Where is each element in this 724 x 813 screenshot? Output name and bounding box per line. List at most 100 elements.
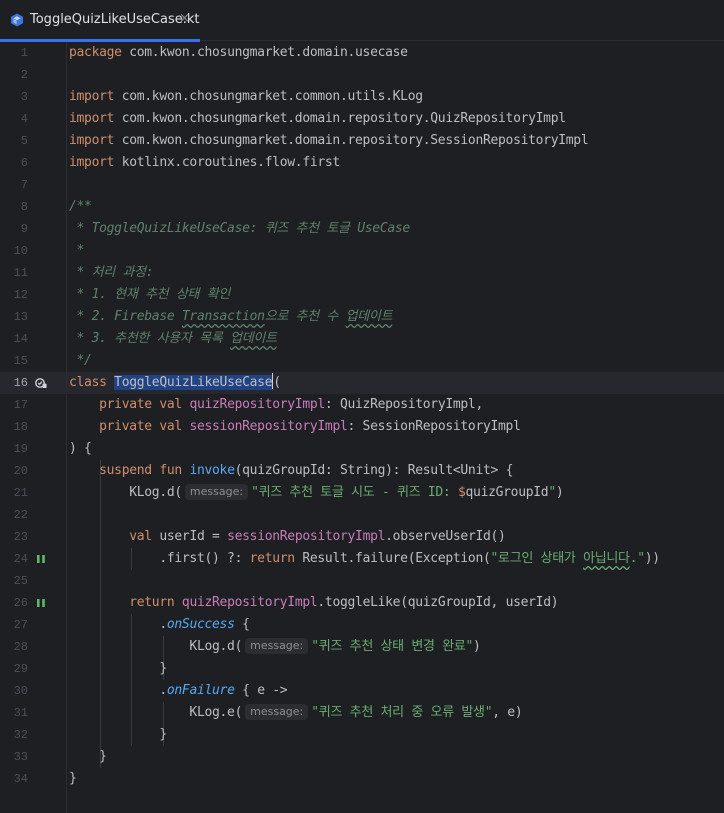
code-line[interactable]: 1 package com.kwon.chosungmarket.domain.u…: [0, 42, 724, 64]
line-number[interactable]: 28: [0, 636, 28, 658]
code-text[interactable]: }: [69, 724, 167, 746]
line-number[interactable]: 31: [0, 702, 28, 724]
line-number[interactable]: 7: [0, 174, 28, 196]
code-line[interactable]: 25: [0, 570, 724, 592]
code-text[interactable]: * ToggleQuizLikeUseCase: 퀴즈 추천 토글 UseCas…: [69, 218, 411, 240]
code-text[interactable]: ) {: [69, 438, 92, 460]
code-line[interactable]: 34}: [0, 768, 724, 790]
code-line[interactable]: 12 * 1. 현재 추천 상태 확인: [0, 284, 724, 306]
code-line[interactable]: 3 import com.kwon.chosungmarket.common.ut…: [0, 86, 724, 108]
code-text[interactable]: /**: [69, 196, 92, 218]
code-line[interactable]: 31 KLog.e(message: "퀴즈 추천 처리 중 오류 발생", e): [0, 702, 724, 724]
code-text[interactable]: import kotlinx.coroutines.flow.first: [69, 152, 340, 174]
code-text[interactable]: .onSuccess {: [69, 614, 250, 636]
line-number[interactable]: 6: [0, 152, 28, 174]
line-number[interactable]: 12: [0, 284, 28, 306]
line-number[interactable]: 15: [0, 350, 28, 372]
code-line[interactable]: 10 *: [0, 240, 724, 262]
code-text[interactable]: KLog.e(message: "퀴즈 추천 처리 중 오류 발생", e): [69, 702, 523, 724]
code-text[interactable]: class ToggleQuizLikeUseCase(: [69, 372, 281, 394]
code-text[interactable]: import com.kwon.chosungmarket.domain.rep…: [69, 108, 566, 130]
line-number[interactable]: 10: [0, 240, 28, 262]
line-number[interactable]: 19: [0, 438, 28, 460]
code-line[interactable]: 24 .first() ?: return Result.failure(Exc…: [0, 548, 724, 570]
line-number[interactable]: 25: [0, 570, 28, 592]
code-text[interactable]: .first() ?: return Result.failure(Except…: [69, 548, 660, 570]
code-text[interactable]: }: [69, 768, 77, 790]
code-text[interactable]: */: [69, 350, 92, 372]
line-number[interactable]: 18: [0, 416, 28, 438]
code-line[interactable]: 15 */: [0, 350, 724, 372]
code-line[interactable]: 8 /**: [0, 196, 724, 218]
code-line[interactable]: 32 }: [0, 724, 724, 746]
implementations-icon[interactable]: [35, 377, 47, 389]
line-number[interactable]: 27: [0, 614, 28, 636]
line-number[interactable]: 16: [0, 372, 28, 394]
code-line[interactable]: 20 suspend fun invoke(quizGroupId: Strin…: [0, 460, 724, 482]
code-text[interactable]: KLog.d(message: "퀴즈 추천 상태 변경 완료"): [69, 636, 481, 658]
code-line[interactable]: 6 import kotlinx.coroutines.flow.first: [0, 152, 724, 174]
line-number[interactable]: 1: [0, 42, 28, 64]
code-line[interactable]: 21 KLog.d(message: "퀴즈 추천 토글 시도 - 퀴즈 ID: …: [0, 482, 724, 504]
code-text[interactable]: * 1. 현재 추천 상태 확인: [69, 284, 231, 306]
code-text[interactable]: * 2. Firebase Transaction으로 추천 수 업데이트: [69, 306, 393, 328]
code-editor[interactable]: 1 package com.kwon.chosungmarket.domain.u…: [0, 42, 724, 813]
line-number[interactable]: 23: [0, 526, 28, 548]
line-number[interactable]: 5: [0, 130, 28, 152]
code-text[interactable]: val userId = sessionRepositoryImpl.obser…: [69, 526, 506, 548]
line-number[interactable]: 29: [0, 658, 28, 680]
line-number[interactable]: 3: [0, 86, 28, 108]
code-text[interactable]: }: [69, 658, 167, 680]
code-text[interactable]: * 처리 과정:: [69, 262, 154, 284]
line-number[interactable]: 24: [0, 548, 28, 570]
code-text[interactable]: suspend fun invoke(quizGroupId: String):…: [69, 460, 513, 482]
code-line[interactable]: 4 import com.kwon.chosungmarket.domain.re…: [0, 108, 724, 130]
suspend-call-icon[interactable]: [35, 553, 47, 565]
code-text[interactable]: import com.kwon.chosungmarket.domain.rep…: [69, 130, 589, 152]
code-text[interactable]: private val sessionRepositoryImpl: Sessi…: [69, 416, 521, 438]
code-line[interactable]: 18 private val sessionRepositoryImpl: Se…: [0, 416, 724, 438]
code-text[interactable]: * 3. 추천한 사용자 목록 업데이트: [69, 328, 277, 350]
code-line[interactable]: 33 }: [0, 746, 724, 768]
code-line[interactable]: 27 .onSuccess {: [0, 614, 724, 636]
line-number[interactable]: 34: [0, 768, 28, 790]
code-line[interactable]: 14 * 3. 추천한 사용자 목록 업데이트: [0, 328, 724, 350]
line-number[interactable]: 14: [0, 328, 28, 350]
line-number[interactable]: 8: [0, 196, 28, 218]
line-number[interactable]: 2: [0, 64, 28, 86]
code-line[interactable]: 11 * 처리 과정:: [0, 262, 724, 284]
line-number[interactable]: 21: [0, 482, 28, 504]
line-number[interactable]: 20: [0, 460, 28, 482]
code-line[interactable]: 19 ) {: [0, 438, 724, 460]
code-text[interactable]: *: [69, 240, 85, 262]
line-number[interactable]: 17: [0, 394, 28, 416]
code-line[interactable]: 23 val userId = sessionRepositoryImpl.ob…: [0, 526, 724, 548]
code-line[interactable]: 16 class ToggleQuizLikeUseCase(: [0, 372, 724, 394]
code-line[interactable]: 22: [0, 504, 724, 526]
code-text[interactable]: KLog.d(message: "퀴즈 추천 토글 시도 - 퀴즈 ID: $qu…: [69, 482, 564, 504]
code-text[interactable]: }: [69, 746, 107, 768]
close-tab-icon[interactable]: ×: [179, 11, 190, 26]
line-number[interactable]: 9: [0, 218, 28, 240]
code-line[interactable]: 5 import com.kwon.chosungmarket.domain.re…: [0, 130, 724, 152]
line-number[interactable]: 22: [0, 504, 28, 526]
code-line[interactable]: 26 return quizRepositoryImpl.toggleLike(…: [0, 592, 724, 614]
suspend-call-icon[interactable]: [35, 597, 47, 609]
line-number[interactable]: 32: [0, 724, 28, 746]
code-line[interactable]: 30 .onFailure { e ->: [0, 680, 724, 702]
code-text[interactable]: import com.kwon.chosungmarket.common.uti…: [69, 86, 423, 108]
code-line[interactable]: 2: [0, 64, 724, 86]
code-line[interactable]: 29 }: [0, 658, 724, 680]
line-number[interactable]: 33: [0, 746, 28, 768]
code-line[interactable]: 28 KLog.d(message: "퀴즈 추천 상태 변경 완료"): [0, 636, 724, 658]
line-number[interactable]: 4: [0, 108, 28, 130]
line-number[interactable]: 11: [0, 262, 28, 284]
file-tab[interactable]: ToggleQuizLikeUseCase.kt ×: [0, 0, 200, 42]
code-text[interactable]: package com.kwon.chosungmarket.domain.us…: [69, 42, 408, 64]
code-line[interactable]: 7: [0, 174, 724, 196]
line-number[interactable]: 13: [0, 306, 28, 328]
line-number[interactable]: 30: [0, 680, 28, 702]
code-line[interactable]: 13 * 2. Firebase Transaction으로 추천 수 업데이트: [0, 306, 724, 328]
code-line[interactable]: 9 * ToggleQuizLikeUseCase: 퀴즈 추천 토글 UseC…: [0, 218, 724, 240]
code-line[interactable]: 17 private val quizRepositoryImpl: QuizR…: [0, 394, 724, 416]
